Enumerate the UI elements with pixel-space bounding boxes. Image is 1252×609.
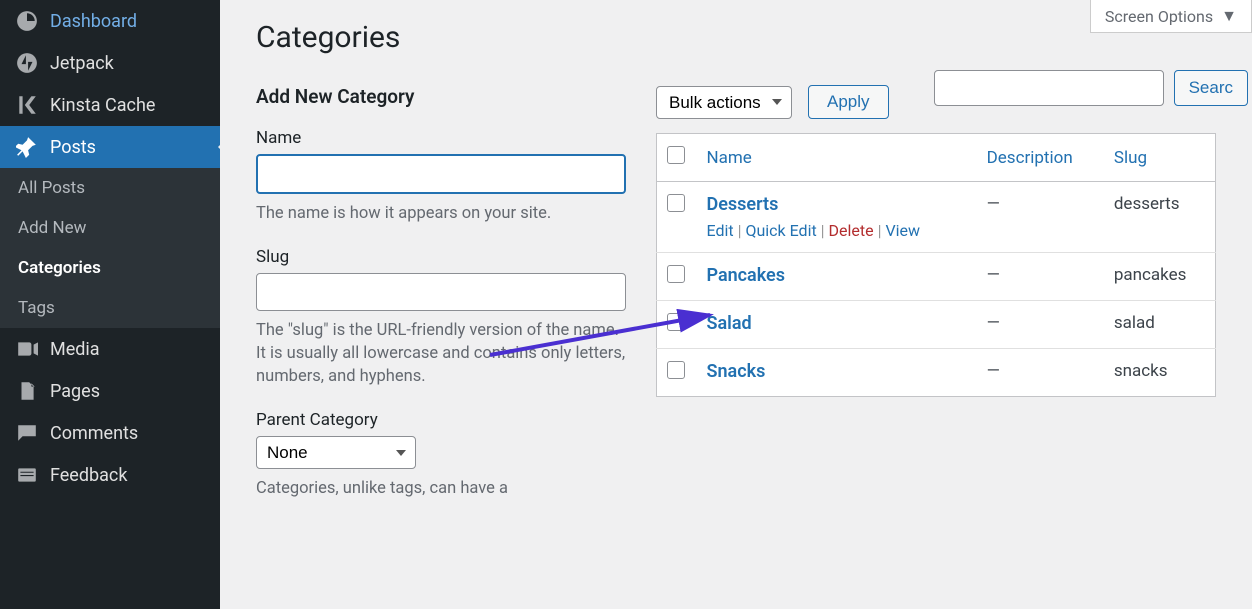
add-category-form: Add New Category Name The name is how it… bbox=[256, 85, 626, 522]
admin-sidebar: Dashboard Jetpack Kinsta Cache Posts All… bbox=[0, 0, 220, 609]
row-checkbox[interactable] bbox=[667, 265, 685, 283]
delete-link[interactable]: Delete bbox=[829, 221, 874, 240]
submenu-categories[interactable]: Categories bbox=[0, 248, 220, 288]
table-row: Salad — salad bbox=[657, 301, 1216, 349]
sidebar-item-comments[interactable]: Comments bbox=[0, 412, 220, 454]
submenu-all-posts[interactable]: All Posts bbox=[0, 168, 220, 208]
table-row: Pancakes — pancakes bbox=[657, 253, 1216, 301]
sidebar-item-kinsta[interactable]: Kinsta Cache bbox=[0, 84, 220, 126]
pages-icon bbox=[16, 380, 38, 402]
jetpack-icon bbox=[16, 52, 38, 74]
view-link[interactable]: View bbox=[885, 221, 920, 240]
table-row: Snacks — snacks bbox=[657, 349, 1216, 397]
row-checkbox[interactable] bbox=[667, 313, 685, 331]
name-input[interactable] bbox=[256, 154, 626, 194]
col-description[interactable]: Description bbox=[977, 134, 1104, 182]
sidebar-item-label: Pages bbox=[50, 381, 100, 402]
comments-icon bbox=[16, 422, 38, 444]
slug-value: salad bbox=[1114, 313, 1155, 333]
category-title-link[interactable]: Pancakes bbox=[707, 265, 786, 286]
slug-desc: The "slug" is the URL-friendly version o… bbox=[256, 319, 626, 388]
media-icon bbox=[16, 338, 38, 360]
posts-submenu: All Posts Add New Categories Tags bbox=[0, 168, 220, 328]
sidebar-item-dashboard[interactable]: Dashboard bbox=[0, 0, 220, 42]
parent-desc: Categories, unlike tags, can have a bbox=[256, 477, 626, 500]
sidebar-item-label: Dashboard bbox=[50, 11, 137, 32]
slug-input[interactable] bbox=[256, 273, 626, 311]
parent-select[interactable]: None bbox=[256, 436, 416, 469]
sidebar-item-label: Jetpack bbox=[50, 53, 114, 74]
submenu-tags[interactable]: Tags bbox=[0, 288, 220, 328]
sidebar-item-pages[interactable]: Pages bbox=[0, 370, 220, 412]
search-button[interactable]: Searc bbox=[1174, 70, 1248, 106]
name-desc: The name is how it appears on your site. bbox=[256, 202, 626, 225]
row-checkbox[interactable] bbox=[667, 361, 685, 379]
screen-options-label: Screen Options bbox=[1105, 7, 1213, 26]
slug-value: snacks bbox=[1114, 361, 1168, 381]
category-title-link[interactable]: Snacks bbox=[707, 361, 766, 382]
description-value: — bbox=[987, 313, 1000, 333]
category-title-link[interactable]: Salad bbox=[707, 313, 752, 334]
row-actions: Edit | Quick Edit | Delete | View bbox=[707, 221, 967, 240]
main-content: Screen Options ▼ Categories Searc Add Ne… bbox=[220, 0, 1252, 609]
feedback-icon bbox=[16, 464, 38, 486]
kinsta-icon bbox=[16, 94, 38, 116]
sidebar-item-label: Kinsta Cache bbox=[50, 95, 155, 116]
slug-label: Slug bbox=[256, 247, 626, 267]
sidebar-item-feedback[interactable]: Feedback bbox=[0, 454, 220, 496]
dashboard-icon bbox=[16, 10, 38, 32]
parent-label: Parent Category bbox=[256, 410, 626, 430]
form-heading: Add New Category bbox=[256, 85, 626, 108]
category-title-link[interactable]: Desserts bbox=[707, 194, 779, 215]
table-row: Desserts Edit | Quick Edit | Delete | Vie… bbox=[657, 182, 1216, 253]
slug-value: desserts bbox=[1114, 194, 1180, 214]
sidebar-item-label: Comments bbox=[50, 423, 138, 444]
sidebar-item-label: Media bbox=[50, 339, 100, 360]
sidebar-item-label: Posts bbox=[50, 137, 96, 158]
pin-icon bbox=[16, 136, 38, 158]
name-label: Name bbox=[256, 128, 626, 148]
search-area: Searc bbox=[934, 70, 1248, 106]
row-checkbox[interactable] bbox=[667, 194, 685, 212]
col-name[interactable]: Name bbox=[697, 134, 977, 182]
chevron-down-icon: ▼ bbox=[1221, 6, 1237, 26]
screen-options-toggle[interactable]: Screen Options ▼ bbox=[1090, 0, 1252, 33]
edit-link[interactable]: Edit bbox=[707, 221, 734, 240]
sidebar-item-label: Feedback bbox=[50, 465, 127, 486]
categories-list: Bulk actions Apply Name Description Slug… bbox=[656, 85, 1216, 397]
description-value: — bbox=[987, 194, 1000, 214]
slug-value: pancakes bbox=[1114, 265, 1187, 285]
sidebar-item-posts[interactable]: Posts bbox=[0, 126, 220, 168]
page-title: Categories bbox=[256, 20, 1216, 55]
sidebar-item-jetpack[interactable]: Jetpack bbox=[0, 42, 220, 84]
submenu-add-new[interactable]: Add New bbox=[0, 208, 220, 248]
sidebar-item-media[interactable]: Media bbox=[0, 328, 220, 370]
search-input[interactable] bbox=[934, 70, 1164, 106]
select-all-checkbox[interactable] bbox=[667, 146, 685, 164]
col-slug[interactable]: Slug bbox=[1104, 134, 1216, 182]
categories-table: Name Description Slug Desserts Edit | Qui… bbox=[656, 133, 1216, 397]
quick-edit-link[interactable]: Quick Edit bbox=[745, 221, 816, 240]
description-value: — bbox=[987, 361, 1000, 381]
bulk-actions-select[interactable]: Bulk actions bbox=[656, 86, 792, 119]
apply-button[interactable]: Apply bbox=[808, 85, 889, 119]
description-value: — bbox=[987, 265, 1000, 285]
